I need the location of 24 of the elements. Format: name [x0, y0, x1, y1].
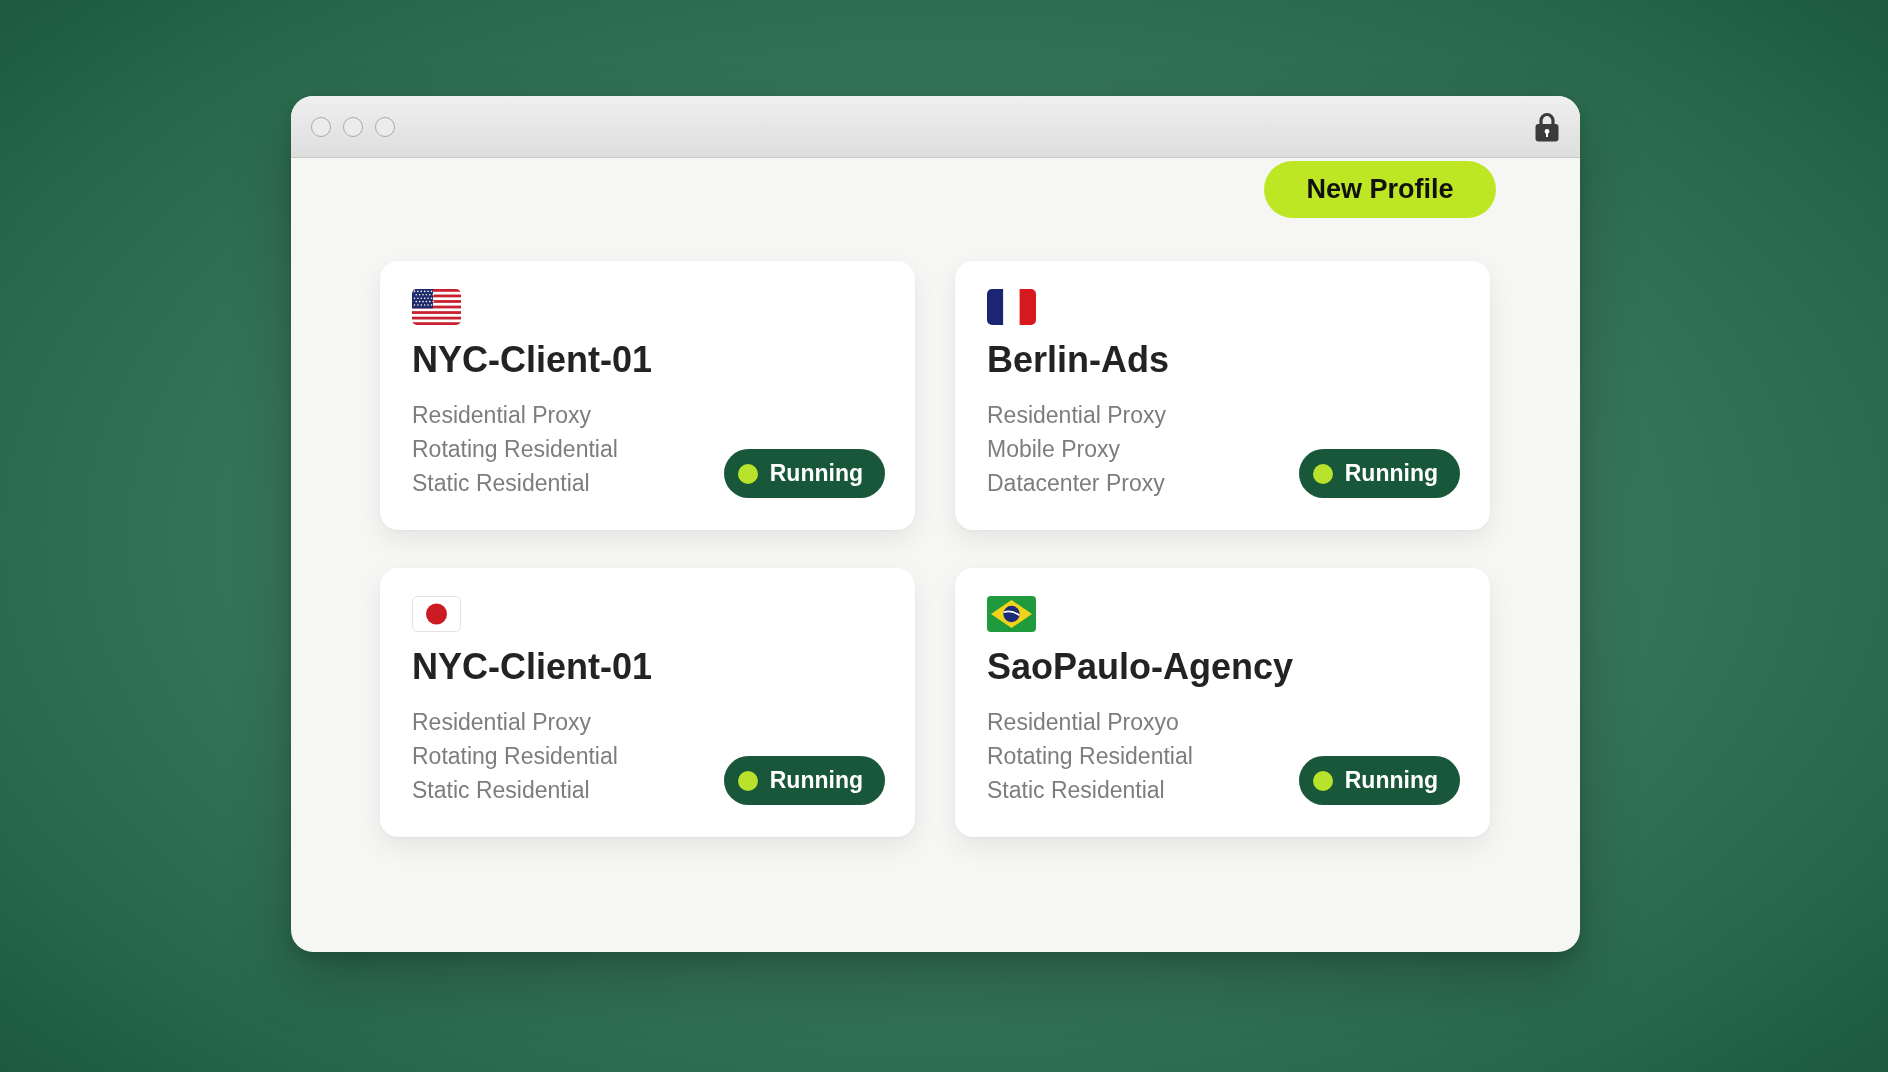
- profile-name: NYC-Client-01: [412, 645, 653, 689]
- proxy-type: Residential Proxyo: [987, 708, 1180, 737]
- status-label: Running: [769, 767, 863, 794]
- proxy-type: Datacenter Proxy: [987, 469, 1166, 498]
- profile-name: NYC-Client-01: [412, 338, 653, 382]
- proxy-type: Static Residential: [412, 776, 591, 805]
- window-control-icon[interactable]: [343, 116, 363, 137]
- status-label: Running: [769, 460, 863, 487]
- proxy-type: Rotating Residential: [412, 435, 618, 464]
- profile-name: Berlin-Ads: [987, 338, 1170, 382]
- proxy-type: Residential Proxy: [412, 708, 592, 737]
- proxy-type: Mobile Proxy: [987, 435, 1121, 464]
- window-control-icon[interactable]: [311, 116, 331, 137]
- status-label: Running: [1344, 767, 1438, 794]
- proxy-type: Rotating Residential: [987, 742, 1193, 771]
- new-profile-button[interactable]: New Profile: [1264, 161, 1496, 218]
- window-control-icon[interactable]: [375, 116, 395, 137]
- status-label: Running: [1344, 460, 1438, 487]
- proxy-type: Static Residential: [412, 469, 591, 498]
- proxy-type: Residential Proxy: [987, 401, 1166, 430]
- profile-name: SaoPaulo-Agency: [987, 645, 1294, 689]
- proxy-type: Static Residential: [987, 776, 1166, 805]
- proxy-type: Residential Proxy: [412, 401, 592, 430]
- proxy-type: Rotating Residential: [412, 742, 618, 771]
